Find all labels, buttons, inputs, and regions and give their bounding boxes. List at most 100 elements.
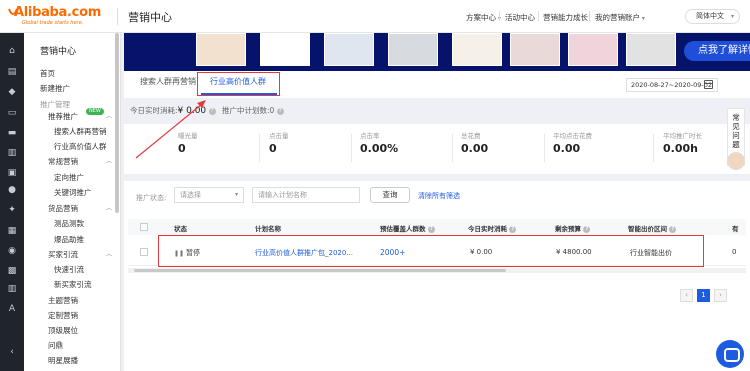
sidebar-item-wending[interactable]: 问鼎 — [48, 340, 63, 351]
calendar-icon[interactable] — [704, 80, 713, 89]
scrollbar-thumb[interactable] — [134, 269, 506, 272]
nav-my-account[interactable]: 我的营销账户 ▾ — [595, 12, 645, 23]
sidebar-item-industry-audience[interactable]: 行业高价值人群 — [54, 141, 107, 152]
help-icon[interactable]: ? — [669, 225, 677, 233]
stat-divider — [351, 134, 352, 162]
icon-rail: ⌂ ▤ ◆ ▭ ▬ ▥ ▣ ● ✦ ▦ ◉ ▩ ▥ A ‹ — [0, 33, 24, 371]
next-page-button[interactable]: › — [714, 289, 727, 302]
sidebar-item-hot-boost[interactable]: 爆品助推 — [54, 234, 84, 245]
column-header: 状态 — [174, 225, 187, 233]
stat-divider — [259, 134, 260, 162]
chevron-down-icon: ▾ — [730, 13, 734, 20]
column-header-label: 剩余预算 — [555, 225, 581, 233]
sidebar-item-star-showcase[interactable]: 明星展播 — [48, 355, 78, 366]
stat-label: 平均推广时长 — [663, 132, 702, 140]
sidebar-item-label: 推荐推广 — [48, 112, 78, 121]
chevron-down-icon: ▾ — [234, 191, 238, 198]
user-icon[interactable]: ● — [7, 185, 17, 195]
sidebar-item-custom[interactable]: 定制营销 — [48, 310, 78, 321]
globe-icon[interactable]: ◉ — [7, 246, 17, 256]
today-spend-value: ¥ 0.00 — [177, 106, 207, 116]
prev-page-button[interactable]: ‹ — [680, 289, 693, 302]
stat-divider — [653, 134, 654, 162]
tab-search-remarketing[interactable]: 搜索人群再营销 — [140, 76, 196, 87]
stat-label: 点击率 — [360, 132, 380, 140]
clear-filters-link[interactable]: 清除所有筛选 — [418, 191, 460, 201]
nav-activity-center[interactable]: 活动中心 — [505, 12, 535, 23]
box-icon[interactable]: ▩ — [7, 266, 17, 276]
alibaba-logo[interactable]: Alibaba.com Global trade starts here. — [8, 5, 112, 29]
chevron-down-icon: ▾ — [640, 15, 645, 22]
stat-value: 0.00h — [663, 142, 698, 155]
in-progress-value: 0 — [269, 106, 275, 115]
promo-banner[interactable]: 点我了解详情 — [124, 33, 750, 71]
column-header: 预估覆盖人群数 ? — [380, 223, 435, 233]
stat-value: 0 — [269, 142, 277, 155]
sidebar-item-theme[interactable]: 主题营销 — [48, 295, 78, 306]
sidebar-item-new-promo[interactable]: 新建推广 — [40, 83, 70, 94]
help-icon[interactable]: ? — [427, 225, 435, 233]
sidebar-item-keyword[interactable]: 关键词推广 — [54, 187, 92, 198]
faq-label: 常见问题 — [732, 113, 740, 149]
a-icon[interactable]: A — [7, 304, 17, 314]
sidebar-item-targeted[interactable]: 定向推广 — [54, 172, 84, 183]
nav-growth[interactable]: 营销能力成长 — [543, 12, 588, 23]
banner-product-image — [510, 33, 560, 66]
collapse-icon[interactable]: ‹ — [7, 347, 17, 357]
store-icon[interactable]: ▤ — [7, 67, 17, 77]
sidebar-item-quick-traffic[interactable]: 快速引流 — [54, 264, 84, 275]
stat-label: 点击量 — [269, 132, 289, 140]
chart-icon[interactable]: ▥ — [7, 148, 17, 158]
date-range-value: 2020-08-27~2020-09-02 — [631, 81, 712, 89]
sidebar-item-buyer-traffic[interactable]: 买家引流 ︿ — [48, 249, 118, 260]
sidebar-item-home[interactable]: 首页 — [40, 68, 55, 79]
shield-icon[interactable]: ◆ — [7, 87, 17, 97]
sidebar-item-label: 货品营销 — [48, 204, 78, 213]
sidebar-item-label: 常规营销 — [48, 157, 78, 166]
marketing-icon[interactable]: ✦ — [7, 205, 17, 215]
status-select[interactable]: 请选择 ▾ — [174, 187, 244, 203]
assistant-avatar[interactable] — [727, 152, 745, 170]
help-icon[interactable]: ? — [208, 107, 216, 115]
help-icon[interactable]: ? — [509, 225, 517, 233]
sidebar-item-product[interactable]: 货品营销 ︿ — [48, 203, 118, 214]
nav-label: 活动中心 — [505, 13, 535, 22]
banner-product-image — [452, 33, 502, 66]
sidebar-item-regular[interactable]: 常规营销 ︿ — [48, 156, 118, 167]
column-header: 计划名称 — [255, 225, 281, 233]
document-icon[interactable]: ▭ — [7, 108, 17, 118]
page-1-button[interactable]: 1 — [697, 289, 710, 302]
sidebar-scrollbar[interactable] — [115, 33, 119, 213]
sidebar-item-search-remarketing[interactable]: 搜索人群再营销 — [54, 126, 107, 137]
chevron-up-icon: ︿ — [106, 205, 113, 212]
nav-separator — [589, 11, 590, 21]
language-select[interactable]: 简体中文 ▾ — [685, 9, 740, 24]
order-icon[interactable]: ▣ — [7, 168, 17, 178]
help-icon[interactable]: ? — [583, 225, 591, 233]
message-icon[interactable]: ▬ — [7, 128, 17, 138]
bank-icon[interactable]: ▥ — [7, 284, 17, 294]
row-extra: 0 — [732, 248, 737, 256]
help-icon[interactable]: ? — [276, 107, 284, 115]
sidebar-item-new-buyer[interactable]: 新买家引流 — [54, 279, 92, 290]
chat-icon[interactable] — [716, 340, 744, 368]
nav-label: 我的营销账户 — [595, 13, 640, 22]
stats-panel: 曝光量 0 点击量 0 点击率 0.00% 总花费 0.00 平均点击花费 0.… — [124, 124, 750, 174]
sidebar-item-test-product[interactable]: 测品测款 — [54, 218, 84, 229]
sidebar-item-recommend[interactable]: 推荐推广 ︿ — [48, 111, 118, 122]
banner-cta-button[interactable]: 点我了解详情 — [684, 41, 750, 61]
chevron-up-icon: ︿ — [106, 113, 113, 120]
chevron-up-icon: ︿ — [106, 251, 113, 258]
column-header: 有 — [732, 225, 739, 233]
sidebar-item-top-booth[interactable]: 顶级展位 — [48, 325, 78, 336]
logo-text: Alibaba.com — [14, 5, 101, 20]
select-all-checkbox[interactable] — [140, 223, 148, 231]
nav-label: 营销能力成长 — [543, 13, 588, 22]
home-icon[interactable]: ⌂ — [7, 46, 17, 56]
campaign-name-input[interactable]: 请输入计划名称 — [252, 187, 360, 203]
nav-solution-center[interactable]: 方案中心 ▾ — [466, 12, 501, 23]
query-button[interactable]: 查询 — [370, 187, 410, 203]
campaign-list-panel: 推广状态: 请选择 ▾ 请输入计划名称 查询 清除所有筛选 状态 计划名称 预估… — [124, 181, 750, 371]
cart-icon[interactable]: ▦ — [7, 226, 17, 236]
row-checkbox[interactable] — [140, 248, 148, 256]
